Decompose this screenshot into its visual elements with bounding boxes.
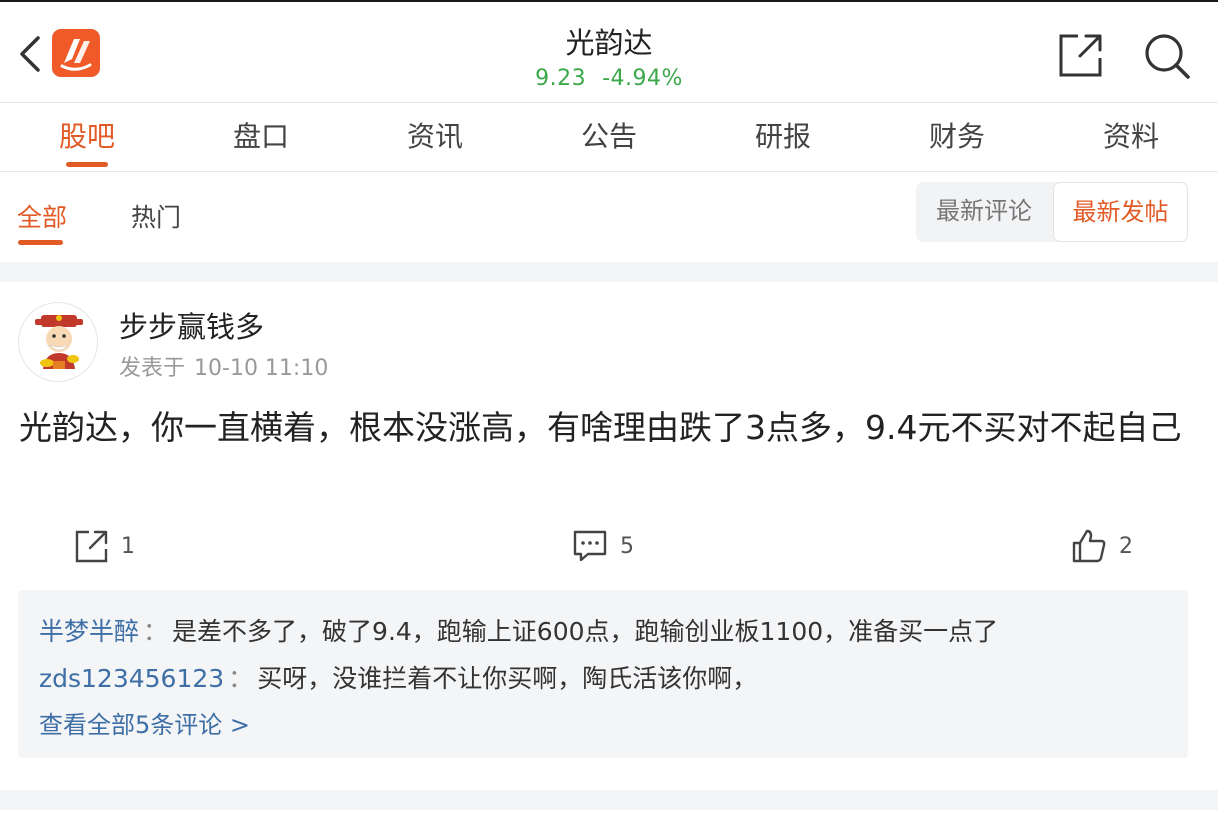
comment-item[interactable]: zds123456123：买呀，没谁拦着不让你买啊，陶氏活该你啊， <box>39 655 1167 702</box>
comment-count: 5 <box>620 533 634 559</box>
tab-news[interactable]: 资讯 <box>348 103 522 171</box>
stock-price: 9.23 <box>535 66 587 91</box>
comment-icon <box>573 530 607 562</box>
share-count: 1 <box>121 533 135 559</box>
post-time: 发表于 10-10 11:10 <box>119 350 328 382</box>
comment-item[interactable]: 半梦半醉：是差不多了，破了9.4，跑输上证600点，跑输创业板1100，准备买一… <box>39 608 1167 655</box>
top-bar: 光韵达 9.23 -4.94% <box>0 0 1218 103</box>
subtab-indicator <box>18 240 63 245</box>
post-time-value: 10-10 11:10 <box>194 356 329 381</box>
comment-preview: 半梦半醉：是差不多了，破了9.4，跑输上证600点，跑输创业板1100，准备买一… <box>18 590 1188 758</box>
tab-research[interactable]: 研报 <box>696 103 870 171</box>
tab-profile[interactable]: 资料 <box>1044 103 1218 171</box>
comment-user[interactable]: zds123456123 <box>39 664 224 693</box>
stock-change: -4.94% <box>602 66 683 91</box>
comment-text: 买呀，没谁拦着不让你买啊，陶氏活该你啊， <box>257 664 758 693</box>
like-button[interactable]: 2 <box>1071 526 1133 566</box>
subtab-all[interactable]: 全部 <box>17 198 67 234</box>
comment-text: 是差不多了，破了9.4，跑输上证600点，跑输创业板1100，准备买一点了 <box>172 617 999 646</box>
tab-finance[interactable]: 财务 <box>870 103 1044 171</box>
section-divider <box>0 790 1218 810</box>
stock-quote: 9.23 -4.94% <box>0 66 1218 91</box>
tab-pankou[interactable]: 盘口 <box>174 103 348 171</box>
comment-separator: ： <box>228 664 254 693</box>
stock-name: 光韵达 <box>565 26 653 60</box>
avatar[interactable] <box>18 302 98 382</box>
post-content[interactable]: 光韵达，你一直横着，根本没涨高，有啥理由跌了3点多，9.4元不买对不起自己 <box>19 402 1189 454</box>
section-divider <box>0 262 1218 282</box>
comment-separator: ： <box>143 617 169 646</box>
share-icon <box>75 530 108 563</box>
tab-guba[interactable]: 股吧 <box>0 103 174 171</box>
post-author[interactable]: 步步赢钱多 <box>119 304 264 346</box>
subtab-hot[interactable]: 热门 <box>131 198 181 234</box>
comment-button[interactable]: 5 <box>572 526 634 566</box>
view-all-comments-link[interactable]: 查看全部5条评论 > <box>39 702 1167 749</box>
share-icon[interactable] <box>1058 32 1104 78</box>
thumbs-up-icon <box>1072 529 1106 563</box>
search-icon[interactable] <box>1143 32 1191 80</box>
sort-toggle: 最新评论 最新发帖 <box>916 182 1188 242</box>
main-tabs: 股吧 盘口 资讯 公告 研报 财务 资料 <box>0 103 1218 172</box>
like-count: 2 <box>1119 533 1133 559</box>
tab-announcements[interactable]: 公告 <box>522 103 696 171</box>
share-button[interactable]: 1 <box>75 526 135 566</box>
post-time-prefix: 发表于 <box>119 356 186 381</box>
comment-user[interactable]: 半梦半醉 <box>39 617 139 646</box>
sort-latest-comment-button[interactable]: 最新评论 <box>916 182 1052 242</box>
sort-latest-post-button[interactable]: 最新发帖 <box>1053 182 1188 242</box>
